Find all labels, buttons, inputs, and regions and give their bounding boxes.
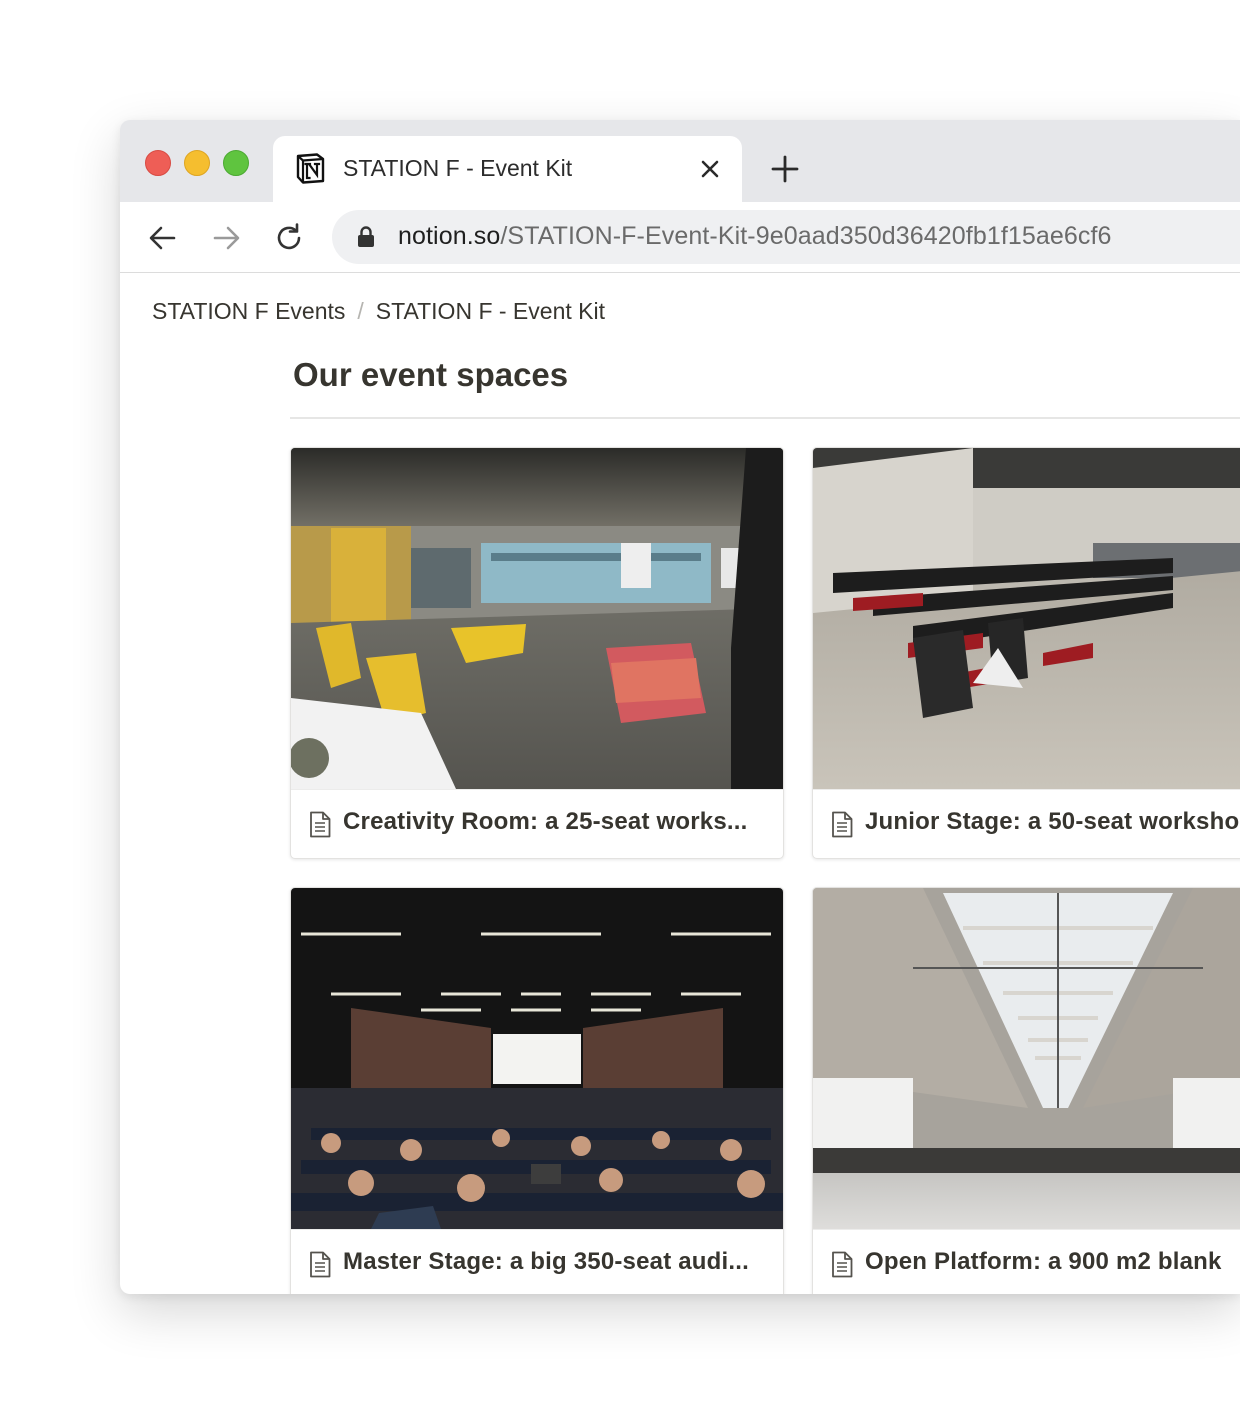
card-title: Master Stage: a big 350-seat audi... bbox=[343, 1248, 750, 1275]
card-caption: Junior Stage: a 50-seat workshop bbox=[813, 789, 1240, 858]
gallery-card-junior-stage[interactable]: Junior Stage: a 50-seat workshop bbox=[812, 447, 1240, 859]
card-cover-image bbox=[813, 448, 1240, 789]
breadcrumb: STATION F Events / STATION F - Event Kit bbox=[152, 298, 605, 325]
plus-icon[interactable] bbox=[770, 154, 800, 184]
lock-icon bbox=[358, 226, 374, 247]
tab-station-f-event-kit[interactable]: STATION F - Event Kit bbox=[273, 136, 742, 202]
card-cover-image bbox=[813, 888, 1240, 1229]
gallery-card-open-platform[interactable]: Open Platform: a 900 m2 blank bbox=[812, 887, 1240, 1294]
page-icon bbox=[310, 1251, 331, 1278]
browser-window: STATION F - Event Kit notion.so/STATION-… bbox=[120, 120, 1240, 1294]
url-path: /STATION-F-Event-Kit-9e0aad350d36420fb1f… bbox=[500, 222, 1112, 250]
gallery-card-master-stage[interactable]: Master Stage: a big 350-seat audi... bbox=[290, 887, 784, 1294]
page-heading: Our event spaces bbox=[293, 356, 569, 393]
arrow-right-icon[interactable] bbox=[210, 222, 242, 254]
breadcrumb-item-station-f-events[interactable]: STATION F Events bbox=[152, 298, 345, 324]
card-title: Junior Stage: a 50-seat workshop bbox=[865, 808, 1240, 835]
page-icon bbox=[832, 1251, 853, 1278]
breadcrumb-separator: / bbox=[357, 298, 364, 324]
url-host: notion.so bbox=[398, 222, 501, 250]
card-title: Creativity Room: a 25-seat works... bbox=[343, 808, 748, 835]
maximize-window-button[interactable] bbox=[223, 150, 249, 176]
card-caption: Master Stage: a big 350-seat audi... bbox=[291, 1229, 783, 1294]
close-window-button[interactable] bbox=[145, 150, 171, 176]
page-icon bbox=[832, 811, 853, 838]
gallery-card-creativity-room[interactable]: Creativity Room: a 25-seat works... bbox=[290, 447, 784, 859]
url-text: notion.so/STATION-F-Event-Kit-9e0aad350d… bbox=[398, 222, 1112, 251]
card-caption: Creativity Room: a 25-seat works... bbox=[291, 789, 783, 858]
address-bar[interactable]: notion.so/STATION-F-Event-Kit-9e0aad350d… bbox=[332, 210, 1240, 264]
close-icon[interactable] bbox=[697, 156, 723, 182]
tab-strip: STATION F - Event Kit bbox=[120, 120, 1240, 202]
card-cover-image bbox=[291, 448, 783, 789]
card-cover-image bbox=[291, 888, 783, 1229]
card-caption: Open Platform: a 900 m2 blank bbox=[813, 1229, 1240, 1294]
notion-logo-icon bbox=[296, 153, 325, 184]
reload-icon[interactable] bbox=[273, 222, 305, 254]
heading-divider bbox=[290, 417, 1240, 419]
minimize-window-button[interactable] bbox=[184, 150, 210, 176]
card-title: Open Platform: a 900 m2 blank bbox=[865, 1248, 1222, 1275]
page-icon bbox=[310, 811, 331, 838]
arrow-left-icon[interactable] bbox=[147, 222, 179, 254]
tab-title: STATION F - Event Kit bbox=[343, 155, 573, 181]
breadcrumb-item-event-kit[interactable]: STATION F - Event Kit bbox=[376, 298, 605, 324]
browser-toolbar: notion.so/STATION-F-Event-Kit-9e0aad350d… bbox=[120, 202, 1240, 273]
